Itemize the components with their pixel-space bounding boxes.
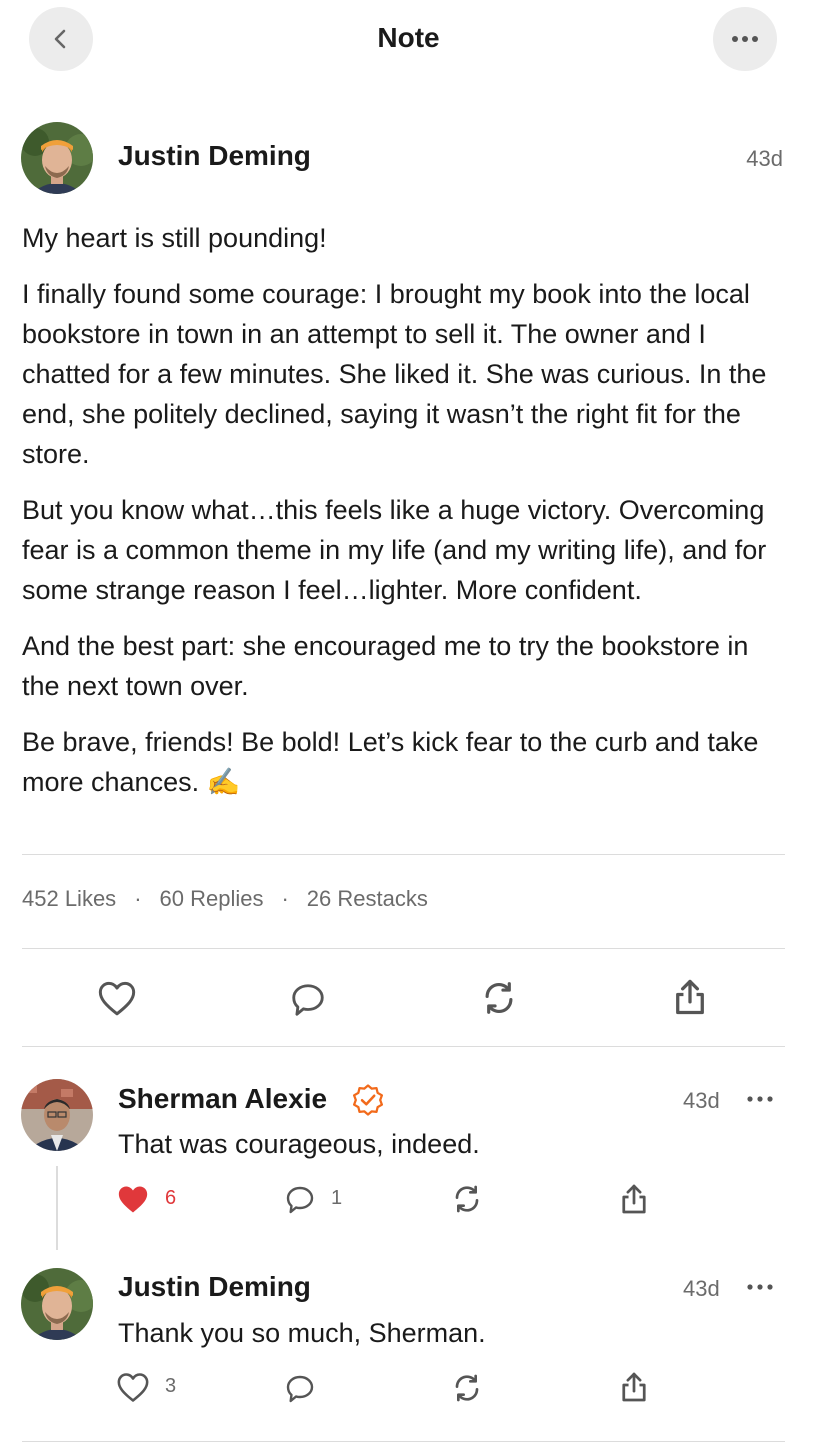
divider bbox=[22, 1046, 785, 1047]
reply-like-button[interactable] bbox=[114, 1181, 152, 1217]
reply-share-button[interactable] bbox=[616, 1368, 652, 1406]
reply-timestamp: 43d bbox=[683, 1088, 720, 1113]
separator-dot: · bbox=[134, 886, 142, 911]
reply-comment-button[interactable] bbox=[282, 1371, 318, 1407]
reply-button[interactable] bbox=[285, 977, 331, 1023]
share-icon bbox=[676, 979, 704, 1015]
restack-button[interactable] bbox=[476, 975, 522, 1021]
verified-badge bbox=[351, 1083, 385, 1122]
verified-badge-icon bbox=[352, 1084, 384, 1116]
share-button[interactable] bbox=[667, 974, 713, 1020]
post-author-name[interactable]: Justin Deming bbox=[118, 140, 311, 172]
engagement-stats: 452 Likes · 60 Replies · 26 Restacks bbox=[22, 886, 428, 912]
ellipsis-icon bbox=[732, 36, 758, 42]
comment-icon bbox=[286, 1375, 314, 1403]
comment-icon bbox=[286, 1186, 314, 1214]
reply-author-name[interactable]: Justin Deming bbox=[118, 1271, 311, 1303]
post-timestamp: 43d bbox=[746, 146, 783, 171]
reply-restack-button[interactable] bbox=[449, 1181, 485, 1217]
divider bbox=[22, 854, 785, 855]
comment-icon bbox=[292, 984, 324, 1016]
reply-text: Thank you so much, Sherman. bbox=[118, 1318, 486, 1348]
divider bbox=[22, 1441, 785, 1442]
reply-like-count: 6 bbox=[165, 1187, 177, 1209]
post-paragraph: Be brave, friends! Be bold! Let’s kick f… bbox=[22, 727, 759, 797]
avatar[interactable] bbox=[21, 1079, 93, 1151]
post-paragraph: And the best part: she encouraged me to … bbox=[22, 631, 749, 701]
reply-author-name[interactable]: Sherman Alexie bbox=[118, 1083, 327, 1115]
more-options-button[interactable] bbox=[713, 7, 777, 71]
heart-icon bbox=[118, 1186, 148, 1213]
share-icon bbox=[622, 1184, 646, 1214]
restack-icon bbox=[455, 1374, 479, 1402]
reply-more-button[interactable] bbox=[746, 1088, 778, 1110]
reply-restack-button[interactable] bbox=[449, 1370, 485, 1406]
post-paragraph: My heart is still pounding! bbox=[22, 223, 327, 253]
post-body: My heart is still pounding! I finally fo… bbox=[22, 218, 792, 818]
replies-count[interactable]: 60 Replies bbox=[160, 886, 264, 912]
post-paragraph: I finally found some courage: I brought … bbox=[22, 279, 767, 469]
post-paragraph: But you know what…this feels like a huge… bbox=[22, 495, 767, 605]
like-button[interactable] bbox=[94, 975, 140, 1021]
reply-text: That was courageous, indeed. bbox=[118, 1129, 480, 1159]
heart-icon bbox=[117, 1373, 149, 1402]
share-icon bbox=[622, 1372, 646, 1402]
ellipsis-icon bbox=[747, 1284, 773, 1290]
avatar[interactable] bbox=[21, 1268, 93, 1340]
heart-icon bbox=[98, 981, 136, 1016]
separator-dot: · bbox=[281, 886, 289, 911]
likes-count[interactable]: 452 Likes bbox=[22, 886, 116, 912]
avatar[interactable] bbox=[21, 122, 93, 194]
restack-icon bbox=[455, 1185, 479, 1213]
reply-like-button[interactable] bbox=[114, 1369, 152, 1405]
reply-comment-button[interactable] bbox=[282, 1182, 318, 1218]
page-title: Note bbox=[377, 22, 440, 53]
reply-share-button[interactable] bbox=[616, 1180, 652, 1218]
divider bbox=[22, 948, 785, 949]
reply-like-count: 3 bbox=[165, 1375, 177, 1397]
reply-comment-count: 1 bbox=[331, 1187, 343, 1209]
restack-icon bbox=[485, 982, 513, 1014]
thread-line bbox=[56, 1166, 58, 1250]
reply-timestamp: 43d bbox=[683, 1276, 720, 1301]
ellipsis-icon bbox=[747, 1096, 773, 1102]
restacks-count[interactable]: 26 Restacks bbox=[307, 886, 428, 912]
reply-more-button[interactable] bbox=[746, 1276, 778, 1298]
